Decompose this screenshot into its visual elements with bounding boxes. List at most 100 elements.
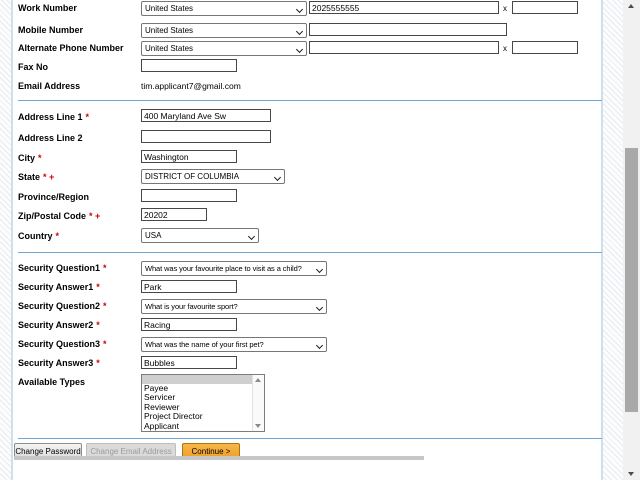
required-marker: * <box>96 282 100 292</box>
label-text: Fax No <box>18 62 49 72</box>
address-line2-label: Address Line 2 <box>18 133 83 143</box>
select-value: United States <box>145 4 194 13</box>
work-number-label: Work Number <box>18 3 77 13</box>
security-answer1-input[interactable] <box>141 280 237 293</box>
security-question1-label: Security Question1 * <box>18 263 107 273</box>
available-types-label: Available Types <box>18 377 85 387</box>
profile-form-panel: Work Number United States x Mobile Numbe… <box>11 0 603 480</box>
required-marker: * <box>103 301 107 311</box>
label-text: Alternate Phone Number <box>18 43 124 53</box>
security-question2-label: Security Question2 * <box>18 301 107 311</box>
alternate-phone-label: Alternate Phone Number <box>18 43 124 53</box>
label-text: Security Answer1 <box>18 282 94 292</box>
city-input[interactable] <box>141 150 237 163</box>
select-value: What is your favourite sport? <box>145 302 238 311</box>
country-select[interactable]: USA <box>141 228 259 243</box>
label-text: Email Address <box>18 81 81 91</box>
alternate-ext-label: x <box>503 44 507 53</box>
listbox-scrollbar[interactable] <box>252 375 264 431</box>
label-text: Work Number <box>18 3 77 13</box>
security-answer3-input[interactable] <box>141 356 237 369</box>
address-line1-label: Address Line 1 * <box>18 112 89 122</box>
scroll-up-icon[interactable] <box>628 4 634 8</box>
scroll-down-icon[interactable] <box>628 472 634 476</box>
country-label: Country * <box>18 231 59 241</box>
select-value: United States <box>145 26 194 35</box>
label-text: Security Question1 <box>18 263 101 273</box>
label-text: Address Line 2 <box>18 133 83 143</box>
label-text: Address Line 1 <box>18 112 83 122</box>
chevron-down-icon <box>295 45 304 53</box>
scroll-down-icon[interactable] <box>255 424 261 428</box>
address-line2-input[interactable] <box>141 130 271 143</box>
security-question1-select[interactable]: What was your favourite place to visit a… <box>141 261 327 276</box>
email-label: Email Address <box>18 81 80 91</box>
label-text: Zip/Postal Code <box>18 211 87 221</box>
section-divider <box>18 252 602 253</box>
state-select[interactable]: DISTRICT OF COLUMBIA <box>141 169 285 184</box>
province-input[interactable] <box>141 189 237 202</box>
chevron-down-icon <box>315 341 324 349</box>
required-marker: * + <box>43 172 55 182</box>
alternate-ext-input[interactable] <box>512 41 578 54</box>
select-value: DISTRICT OF COLUMBIA <box>145 172 240 181</box>
fax-input[interactable] <box>141 59 237 72</box>
work-number-country-select[interactable]: United States <box>141 1 307 16</box>
state-label: State * + <box>18 172 54 182</box>
mobile-number-input[interactable] <box>309 23 507 36</box>
chevron-down-icon <box>295 5 304 13</box>
label-text: Available Types <box>18 377 86 387</box>
scrollbar-thumb[interactable] <box>625 148 638 412</box>
email-value: tim.applicant7@gmail.com <box>141 81 241 91</box>
required-marker: * + <box>89 211 101 221</box>
mobile-number-country-select[interactable]: United States <box>141 23 307 38</box>
required-marker: * <box>85 112 90 122</box>
section-divider <box>18 100 602 101</box>
scroll-up-icon[interactable] <box>255 378 261 382</box>
chevron-down-icon <box>295 27 304 35</box>
security-answer3-label: Security Answer3 * <box>18 358 100 368</box>
select-value: United States <box>145 44 194 53</box>
security-question2-select[interactable]: What is your favourite sport? <box>141 299 327 314</box>
security-answer1-label: Security Answer1 * <box>18 282 100 292</box>
city-label: City * <box>18 153 42 163</box>
security-answer2-input[interactable] <box>141 318 237 331</box>
listbox-options: Payee Servicer Reviewer Project Director… <box>142 375 252 431</box>
select-value: What was your favourite place to visit a… <box>145 264 302 273</box>
required-marker: * <box>38 153 42 163</box>
available-types-listbox[interactable]: Payee Servicer Reviewer Project Director… <box>141 374 265 432</box>
work-ext-input[interactable] <box>512 1 578 14</box>
zip-input[interactable] <box>141 208 207 221</box>
required-marker: * <box>103 339 107 349</box>
required-marker: * <box>96 320 100 330</box>
alternate-phone-input[interactable] <box>309 41 499 54</box>
mobile-number-label: Mobile Number <box>18 25 83 35</box>
zip-label: Zip/Postal Code * + <box>18 211 100 221</box>
required-marker: * <box>55 231 60 241</box>
work-number-input[interactable] <box>309 1 499 14</box>
label-text: Country <box>18 231 53 241</box>
chevron-down-icon <box>315 303 324 311</box>
page-scrollbar[interactable] <box>623 0 640 480</box>
select-value: USA <box>145 231 162 240</box>
chevron-down-icon <box>247 232 256 240</box>
list-option[interactable]: Applicant <box>142 421 252 431</box>
fax-label: Fax No <box>18 62 48 72</box>
chevron-down-icon <box>315 265 324 273</box>
label-text: State <box>18 172 41 182</box>
security-answer2-label: Security Answer2 * <box>18 320 100 330</box>
chevron-down-icon <box>273 173 282 181</box>
horizontal-scrollbar-thumb[interactable] <box>14 456 424 460</box>
section-divider <box>18 438 602 439</box>
address-line1-input[interactable] <box>141 109 271 122</box>
required-marker: * <box>96 358 100 368</box>
security-question3-select[interactable]: What was the name of your first pet? <box>141 337 327 352</box>
security-question3-label: Security Question3 * <box>18 339 107 349</box>
label-text: Security Answer3 <box>18 358 94 368</box>
label-text: Security Question3 <box>18 339 101 349</box>
required-marker: * <box>103 263 107 273</box>
label-text: City <box>18 153 36 163</box>
province-label: Province/Region <box>18 192 89 202</box>
alternate-phone-country-select[interactable]: United States <box>141 41 307 56</box>
label-text: Mobile Number <box>18 25 84 35</box>
